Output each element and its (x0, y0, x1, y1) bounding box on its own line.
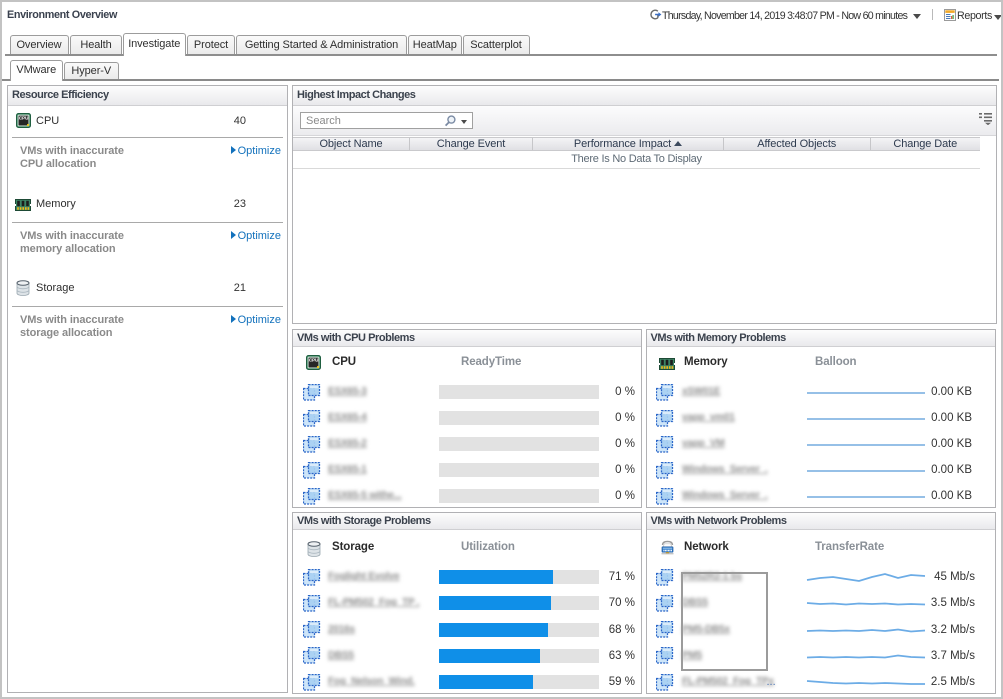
svg-text:CPU: CPU (19, 116, 29, 122)
svg-text:CPU: CPU (309, 358, 319, 364)
